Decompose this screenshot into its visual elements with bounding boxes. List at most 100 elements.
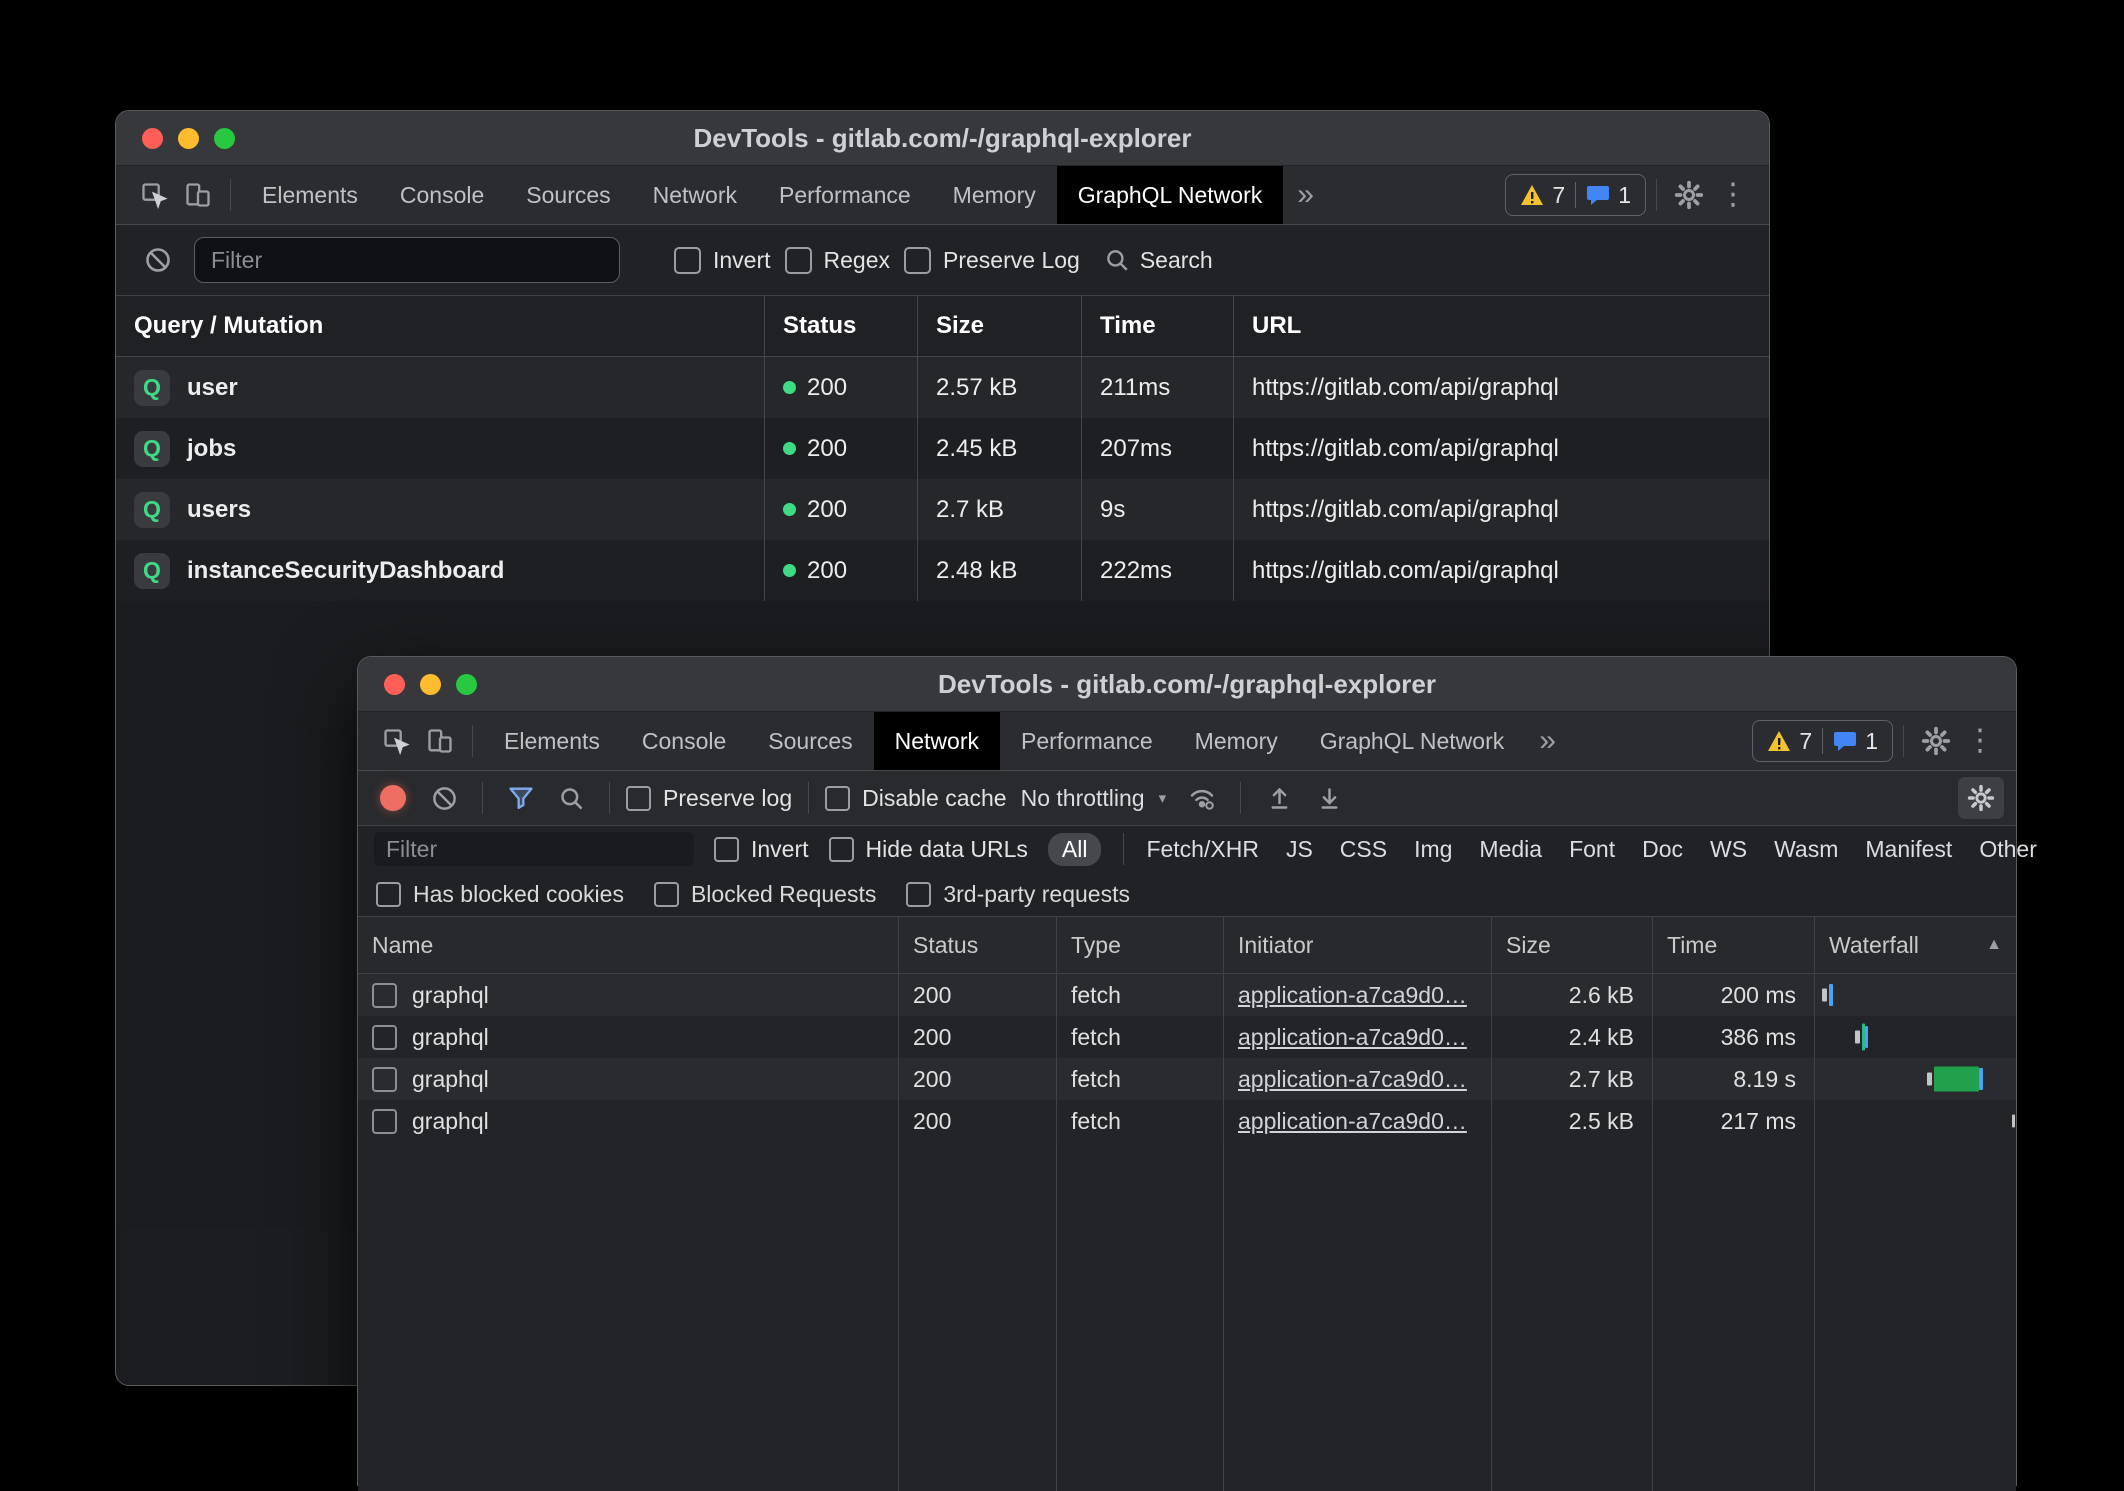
column-type[interactable]: Type <box>1056 917 1223 973</box>
tab-elements[interactable]: Elements <box>483 712 621 770</box>
type-filter-manifest[interactable]: Manifest <box>1865 836 1952 863</box>
column-status[interactable]: Status <box>898 917 1056 973</box>
tab-sources[interactable]: Sources <box>747 712 873 770</box>
type-filter-doc[interactable]: Doc <box>1642 836 1683 863</box>
preserve-log-checkbox[interactable]: Preserve log <box>626 785 792 812</box>
inspect-icon[interactable] <box>132 173 176 217</box>
export-har-icon[interactable] <box>1307 776 1351 820</box>
type-filter-css[interactable]: CSS <box>1340 836 1387 863</box>
invert-checkbox[interactable]: Invert <box>714 836 809 863</box>
third-party-requests-checkbox[interactable]: 3rd-party requests <box>906 881 1130 908</box>
minimize-button[interactable] <box>420 674 441 695</box>
column-url[interactable]: URL <box>1233 296 1769 356</box>
search-icon <box>1104 247 1130 273</box>
has-blocked-cookies-checkbox[interactable]: Has blocked cookies <box>376 881 624 908</box>
type-filter-all[interactable]: All <box>1048 833 1102 866</box>
table-row[interactable]: Q user 200 2.57 kB 211ms https://gitlab.… <box>116 357 1769 418</box>
initiator-link[interactable]: application-a7ca9d0… <box>1238 1108 1467 1135</box>
table-row[interactable]: Q users 200 2.7 kB 9s https://gitlab.com… <box>116 479 1769 540</box>
throttling-select[interactable]: No throttling ▾ <box>1013 785 1175 812</box>
settings-gear-icon[interactable] <box>1667 173 1711 217</box>
device-toolbar-icon[interactable] <box>176 173 220 217</box>
row-checkbox[interactable] <box>372 1025 397 1050</box>
row-checkbox[interactable] <box>372 1067 397 1092</box>
import-har-icon[interactable] <box>1257 776 1301 820</box>
filter-input[interactable] <box>194 237 620 283</box>
initiator-link[interactable]: application-a7ca9d0… <box>1238 1024 1467 1051</box>
tab-sources[interactable]: Sources <box>505 166 631 224</box>
type-filter-wasm[interactable]: Wasm <box>1774 836 1838 863</box>
filter-input[interactable] <box>374 832 694 866</box>
invert-checkbox[interactable]: Invert <box>674 247 771 274</box>
tab-elements[interactable]: Elements <box>241 166 379 224</box>
type-filter-ws[interactable]: WS <box>1710 836 1747 863</box>
network-conditions-icon[interactable] <box>1180 776 1224 820</box>
kebab-menu-icon[interactable]: ⋮ <box>1711 173 1755 217</box>
tab-console[interactable]: Console <box>379 166 505 224</box>
close-button[interactable] <box>384 674 405 695</box>
table-row[interactable]: graphql 200 fetch application-a7ca9d0… 2… <box>358 974 2016 1016</box>
tab-graphql-network[interactable]: GraphQL Network <box>1299 712 1526 770</box>
column-initiator[interactable]: Initiator <box>1223 917 1491 973</box>
table-row[interactable]: Q instanceSecurityDashboard 200 2.48 kB … <box>116 540 1769 601</box>
table-row[interactable]: graphql 200 fetch application-a7ca9d0… 2… <box>358 1058 2016 1100</box>
search-icon[interactable] <box>549 776 593 820</box>
settings-gear-icon[interactable] <box>1914 719 1958 763</box>
more-tabs-icon[interactable]: » <box>1283 178 1328 212</box>
zoom-button[interactable] <box>214 128 235 149</box>
minimize-button[interactable] <box>178 128 199 149</box>
initiator-link[interactable]: application-a7ca9d0… <box>1238 982 1467 1009</box>
clear-icon[interactable] <box>136 238 180 282</box>
record-icon[interactable] <box>380 785 406 811</box>
device-toolbar-icon[interactable] <box>418 719 462 763</box>
titlebar[interactable]: DevTools - gitlab.com/-/graphql-explorer <box>116 111 1769 166</box>
tab-graphql-network[interactable]: GraphQL Network <box>1057 166 1284 224</box>
disable-cache-checkbox[interactable]: Disable cache <box>825 785 1006 812</box>
network-settings-button[interactable] <box>1958 777 2004 819</box>
initiator-link[interactable]: application-a7ca9d0… <box>1238 1066 1467 1093</box>
column-query-mutation[interactable]: Query / Mutation <box>116 296 764 356</box>
tab-network[interactable]: Network <box>874 712 1000 770</box>
column-waterfall[interactable]: Waterfall ▲ <box>1814 917 2016 973</box>
issues-badge[interactable]: 1 <box>1823 728 1888 755</box>
clear-icon[interactable] <box>422 776 466 820</box>
type-filter-fetch-xhr[interactable]: Fetch/XHR <box>1146 836 1258 863</box>
type-filter-media[interactable]: Media <box>1479 836 1542 863</box>
column-status[interactable]: Status <box>764 296 917 356</box>
tab-memory[interactable]: Memory <box>1174 712 1299 770</box>
table-row[interactable]: graphql 200 fetch application-a7ca9d0… 2… <box>358 1016 2016 1058</box>
type-filter-js[interactable]: JS <box>1286 836 1313 863</box>
tab-network[interactable]: Network <box>632 166 758 224</box>
column-size[interactable]: Size <box>917 296 1081 356</box>
type-filter-img[interactable]: Img <box>1414 836 1452 863</box>
column-name[interactable]: Name <box>358 917 898 973</box>
search-toggle[interactable]: Search <box>1104 247 1213 274</box>
column-time[interactable]: Time <box>1652 917 1814 973</box>
tab-memory[interactable]: Memory <box>932 166 1057 224</box>
inspect-icon[interactable] <box>374 719 418 763</box>
tab-performance[interactable]: Performance <box>1000 712 1174 770</box>
preserve-log-checkbox[interactable]: Preserve Log <box>904 247 1080 274</box>
close-button[interactable] <box>142 128 163 149</box>
tab-console[interactable]: Console <box>621 712 747 770</box>
type-filter-other[interactable]: Other <box>1979 836 2037 863</box>
kebab-menu-icon[interactable]: ⋮ <box>1958 719 2002 763</box>
titlebar[interactable]: DevTools - gitlab.com/-/graphql-explorer <box>358 657 2016 712</box>
zoom-button[interactable] <box>456 674 477 695</box>
filter-funnel-icon[interactable] <box>499 776 543 820</box>
type-filter-font[interactable]: Font <box>1569 836 1615 863</box>
warnings-badge[interactable]: 7 <box>1510 182 1575 209</box>
row-checkbox[interactable] <box>372 983 397 1008</box>
warnings-badge[interactable]: 7 <box>1757 728 1822 755</box>
table-row[interactable]: Q jobs 200 2.45 kB 207ms https://gitlab.… <box>116 418 1769 479</box>
more-tabs-icon[interactable]: » <box>1525 724 1570 758</box>
blocked-requests-checkbox[interactable]: Blocked Requests <box>654 881 876 908</box>
column-size[interactable]: Size <box>1491 917 1652 973</box>
tab-performance[interactable]: Performance <box>758 166 932 224</box>
hide-data-urls-checkbox[interactable]: Hide data URLs <box>829 836 1028 863</box>
issues-badge[interactable]: 1 <box>1576 182 1641 209</box>
column-time[interactable]: Time <box>1081 296 1233 356</box>
row-checkbox[interactable] <box>372 1109 397 1134</box>
table-row[interactable]: graphql 200 fetch application-a7ca9d0… 2… <box>358 1100 2016 1142</box>
regex-checkbox[interactable]: Regex <box>785 247 890 274</box>
